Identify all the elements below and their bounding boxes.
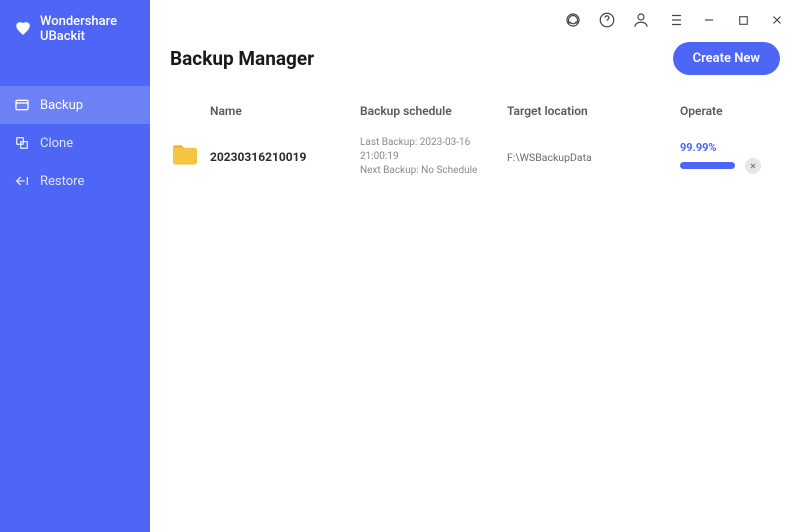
sidebar-item-backup[interactable]: Backup <box>0 86 150 124</box>
next-backup-text: Next Backup: No Schedule <box>360 164 507 178</box>
sidebar: Wondershare UBackit Backup Clone Restore <box>0 0 150 532</box>
table-row[interactable]: 20230316210019 Last Backup: 2023-03-16 2… <box>170 126 780 188</box>
backup-table: Name Backup schedule Target location Ope… <box>150 89 800 188</box>
backup-name: 20230316210019 <box>210 150 360 164</box>
restore-icon <box>14 173 30 189</box>
last-backup-text: Last Backup: 2023-03-16 21:00:19 <box>360 136 507 164</box>
butterfly-logo-icon <box>14 20 32 38</box>
sidebar-item-restore[interactable]: Restore <box>0 162 150 200</box>
row-folder-icon-wrap <box>170 143 210 171</box>
app-brand: Wondershare UBackit <box>0 0 150 58</box>
menu-list-icon[interactable] <box>666 11 684 29</box>
clone-icon <box>14 135 30 151</box>
minimize-icon[interactable] <box>700 11 718 29</box>
column-operate: Operate <box>680 104 780 118</box>
column-name: Name <box>210 104 360 118</box>
backup-location: F:\WSBackupData <box>507 151 680 164</box>
support-icon[interactable] <box>564 11 582 29</box>
titlebar <box>150 0 800 40</box>
column-schedule: Backup schedule <box>360 104 507 118</box>
sidebar-item-label: Restore <box>40 174 84 189</box>
column-location: Target location <box>507 104 680 118</box>
close-icon[interactable] <box>768 11 786 29</box>
table-header: Name Backup schedule Target location Ope… <box>170 89 780 126</box>
account-icon[interactable] <box>632 11 650 29</box>
progress-percent: 99.99% <box>680 141 717 154</box>
folder-icon <box>170 143 200 171</box>
backup-schedule: Last Backup: 2023-03-16 21:00:19 Next Ba… <box>360 136 507 178</box>
progress-bar <box>680 162 735 169</box>
sidebar-item-label: Backup <box>40 98 83 113</box>
create-new-button[interactable]: Create New <box>673 42 780 75</box>
main: Backup Manager Create New Name Backup sc… <box>150 0 800 532</box>
help-icon[interactable] <box>598 11 616 29</box>
sidebar-item-clone[interactable]: Clone <box>0 124 150 162</box>
content-header: Backup Manager Create New <box>150 40 800 89</box>
page-title: Backup Manager <box>170 47 314 70</box>
backup-operate: 99.99% <box>680 141 780 174</box>
backup-icon <box>14 97 30 113</box>
sidebar-nav: Backup Clone Restore <box>0 86 150 200</box>
cancel-backup-button[interactable] <box>745 158 761 174</box>
maximize-icon[interactable] <box>734 11 752 29</box>
sidebar-item-label: Clone <box>40 136 73 151</box>
app-name: Wondershare UBackit <box>40 14 136 44</box>
